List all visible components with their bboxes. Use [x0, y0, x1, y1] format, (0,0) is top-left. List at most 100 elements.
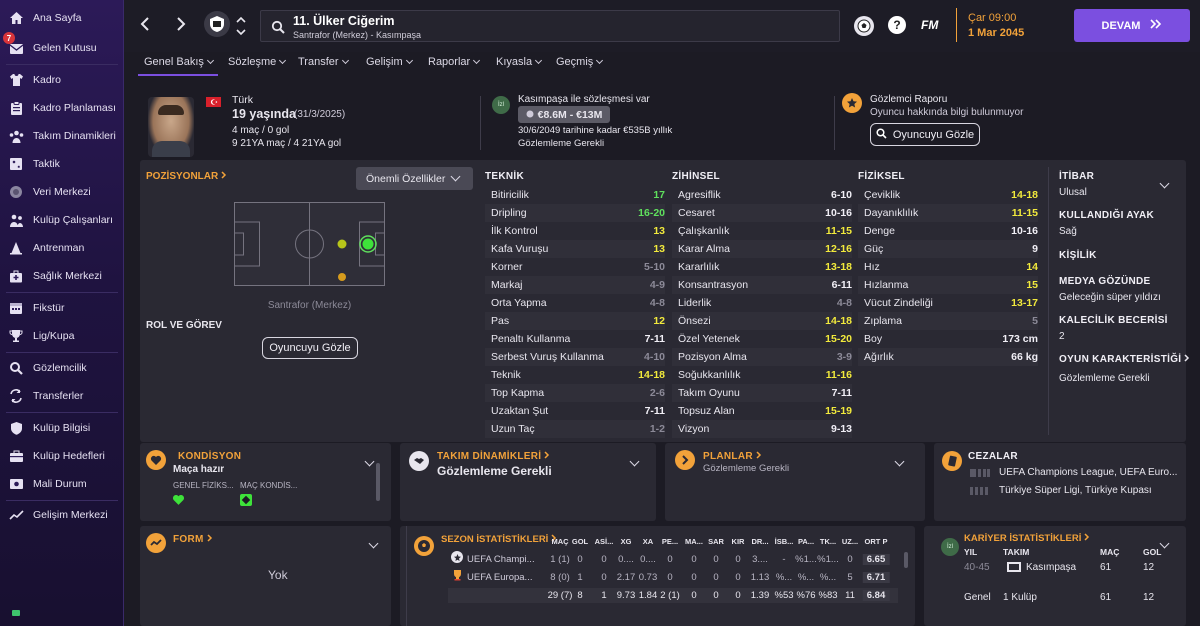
tab-overview[interactable]: Genel Bakış [144, 56, 214, 68]
plans-header[interactable]: PLANLAR [703, 451, 762, 462]
tab-development[interactable]: Gelişim [366, 56, 413, 68]
season-col-header[interactable]: PA... [798, 537, 814, 546]
game-date[interactable]: 1 Mar 2045 [968, 27, 1024, 39]
attribute-row[interactable]: Cesaret 10-16 [672, 204, 852, 222]
season-col-header[interactable]: TK... [820, 537, 836, 546]
attributes-highlight-dropdown[interactable]: Önemli Özellikler [356, 167, 473, 190]
sidebar-item-scouting[interactable]: Gözlemcilik [0, 355, 124, 381]
attribute-row[interactable]: Karar Alma 12-16 [672, 240, 852, 258]
sidebar-item-transfers[interactable]: Transferler [0, 383, 124, 409]
continue-button[interactable]: DEVAM [1074, 9, 1190, 42]
attribute-row[interactable]: Çeviklik 14-18 [858, 186, 1038, 204]
sidebar-item-inbox[interactable]: 7 Gelen Kutusu [0, 32, 124, 61]
season-col-header[interactable]: XA [643, 537, 653, 546]
sidebar-item-squad[interactable]: Kadro [0, 67, 124, 93]
tab-history[interactable]: Geçmiş [556, 56, 604, 68]
attribute-row[interactable]: Pas 12 [485, 312, 665, 330]
season-col-header[interactable]: ORT P [865, 537, 888, 546]
sidebar-item-finances[interactable]: Mali Durum [0, 471, 124, 497]
attribute-row[interactable]: Boy 173 cm [858, 330, 1038, 348]
attribute-row[interactable]: Denge 10-16 [858, 222, 1038, 240]
attribute-row[interactable]: Özel Yetenek 15-20 [672, 330, 852, 348]
forward-arrow-icon[interactable] [176, 17, 186, 34]
attribute-row[interactable]: Ağırlık 66 kg [858, 348, 1038, 366]
season-col-header[interactable]: MA... [685, 537, 703, 546]
attribute-row[interactable]: Vücut Zindeliği 13-17 [858, 294, 1038, 312]
player-traits-header[interactable]: OYUN KARAKTERİSTİĞİ [1059, 354, 1190, 365]
search-bar[interactable]: 11. Ülker Ciğerim Santrafor (Merkez) - K… [260, 10, 840, 42]
attribute-row[interactable]: Konsantrasyon 6-11 [672, 276, 852, 294]
sidebar-item-training[interactable]: Antrenman [0, 235, 124, 261]
scrollbar[interactable] [904, 552, 908, 568]
fm-logo[interactable]: FM [921, 18, 938, 32]
attribute-row[interactable]: Uzun Taç 1-2 [485, 420, 665, 438]
attribute-row[interactable]: Teknik 14-18 [485, 366, 665, 384]
sidebar-item-tactics[interactable]: Taktik [0, 151, 124, 177]
season-col-header[interactable]: DR... [751, 537, 768, 546]
season-col-header[interactable]: GOL [572, 537, 588, 546]
attribute-row[interactable]: Hızlanma 15 [858, 276, 1038, 294]
attribute-row[interactable]: Güç 9 [858, 240, 1038, 258]
sidebar-item-data-hub[interactable]: Veri Merkezi [0, 179, 124, 205]
season-col-header[interactable]: PE... [662, 537, 678, 546]
season-col-header[interactable]: İSB... [775, 537, 794, 546]
sidebar-item-staff[interactable]: Kulüp Çalışanları [0, 207, 124, 233]
ball-icon[interactable] [854, 16, 874, 36]
season-col-header[interactable]: XG [621, 537, 632, 546]
career-team[interactable]: Kasımpaşa [1026, 562, 1076, 573]
attribute-row[interactable]: Bitiricilik 17 [485, 186, 665, 204]
season-col-header[interactable]: ASİ... [595, 537, 614, 546]
sidebar-item-development[interactable]: Gelişim Merkezi [0, 502, 124, 528]
attribute-row[interactable]: Korner 5-10 [485, 258, 665, 276]
season-col-header[interactable]: UZ... [842, 537, 858, 546]
attribute-row[interactable]: Markaj 4-9 [485, 276, 665, 294]
attribute-row[interactable]: Zıplama 5 [858, 312, 1038, 330]
attribute-row[interactable]: Vizyon 9-13 [672, 420, 852, 438]
season-col-header[interactable]: MAÇ [551, 537, 568, 546]
scout-player-button[interactable]: Oyuncuyu Gözle [870, 123, 980, 146]
help-icon[interactable]: ? [888, 16, 906, 34]
attribute-row[interactable]: Kararlılık 13-18 [672, 258, 852, 276]
sidebar-item-club-info[interactable]: Kulüp Bilgisi [0, 415, 124, 441]
form-header[interactable]: FORM [173, 534, 213, 545]
club-badge-icon[interactable] [204, 11, 230, 37]
scout-player-button-2[interactable]: Oyuncuyu Gözle [262, 337, 358, 359]
attribute-row[interactable]: Önsezi 14-18 [672, 312, 852, 330]
sidebar-item-competitions[interactable]: Lig/Kupa [0, 323, 124, 349]
team-dynamics-header[interactable]: TAKIM DİNAMİKLERİ [437, 451, 550, 462]
tab-contract[interactable]: Sözleşme [228, 56, 287, 68]
attribute-row[interactable]: Liderlik 4-8 [672, 294, 852, 312]
sidebar-item-fixtures[interactable]: Fikstür [0, 295, 124, 321]
attribute-row[interactable]: Pozisyon Alma 3-9 [672, 348, 852, 366]
attribute-row[interactable]: Takım Oyunu 7-11 [672, 384, 852, 402]
attribute-row[interactable]: İlk Kontrol 13 [485, 222, 665, 240]
season-stats-header[interactable]: SEZON İSTATİSTİKLERİ [441, 534, 557, 545]
back-arrow-icon[interactable] [140, 17, 150, 34]
tab-compare[interactable]: Kıyasla [496, 56, 543, 68]
attribute-row[interactable]: Hız 14 [858, 258, 1038, 276]
positions-header[interactable]: POZİSYONLAR [146, 171, 227, 182]
attribute-row[interactable]: Agresiflik 6-10 [672, 186, 852, 204]
attribute-row[interactable]: Kafa Vuruşu 13 [485, 240, 665, 258]
attribute-row[interactable]: Topsuz Alan 15-19 [672, 402, 852, 420]
tab-transfer[interactable]: Transfer [298, 56, 349, 68]
chevron-down-icon[interactable] [236, 27, 246, 39]
sidebar-item-medical[interactable]: Sağlık Merkezi [0, 263, 124, 289]
attribute-row[interactable]: Dayanıklılık 11-15 [858, 204, 1038, 222]
sidebar-item-club-vision[interactable]: Kulüp Hedefleri [0, 443, 124, 469]
attribute-row[interactable]: Çalışkanlık 11-15 [672, 222, 852, 240]
season-col-header[interactable]: KIR [732, 537, 745, 546]
sidebar-item-home[interactable]: Ana Sayfa [0, 5, 124, 31]
career-stats-header[interactable]: KARİYER İSTATİSTİKLERİ [964, 533, 1090, 544]
chevron-up-icon[interactable] [236, 14, 246, 26]
season-col-header[interactable]: SAR [708, 537, 724, 546]
attribute-row[interactable]: Dripling 16-20 [485, 204, 665, 222]
attribute-row[interactable]: Serbest Vuruş Kullanma 4-10 [485, 348, 665, 366]
attribute-row[interactable]: Penaltı Kullanma 7-11 [485, 330, 665, 348]
attribute-row[interactable]: Soğukkanlılık 11-16 [672, 366, 852, 384]
attribute-row[interactable]: Orta Yapma 4-8 [485, 294, 665, 312]
scrollbar[interactable] [376, 463, 380, 501]
attribute-row[interactable]: Top Kapma 2-6 [485, 384, 665, 402]
tab-reports[interactable]: Raporlar [428, 56, 481, 68]
attribute-row[interactable]: Uzaktan Şut 7-11 [485, 402, 665, 420]
